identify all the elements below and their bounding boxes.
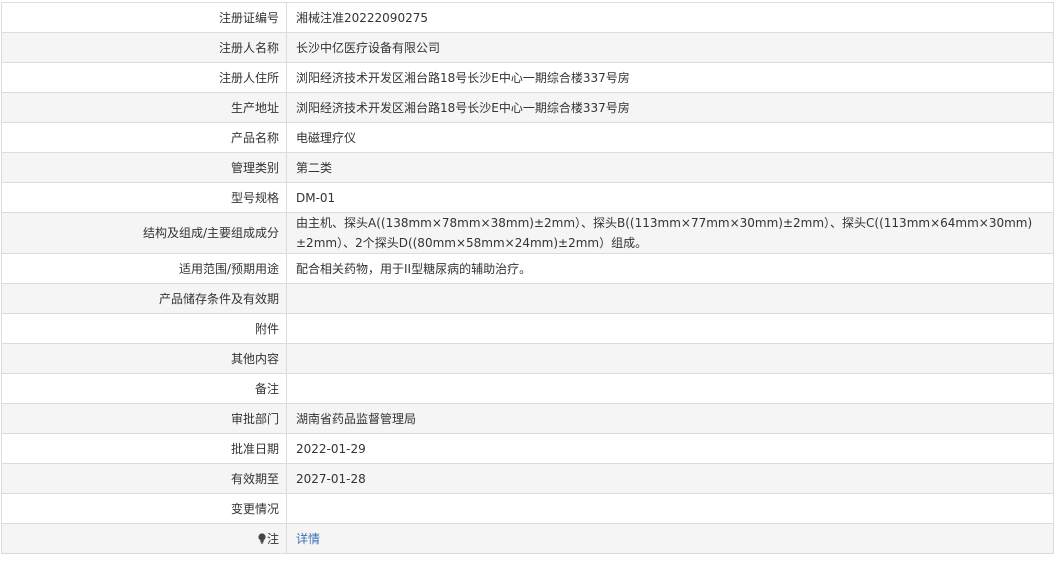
table-row: 生产地址 浏阳经济技术开发区湘台路18号长沙E中心一期综合楼337号房	[1, 92, 1054, 123]
row-label: 审批部门	[1, 403, 287, 434]
row-label: 型号规格	[1, 182, 287, 213]
row-value: 长沙中亿医疗设备有限公司	[286, 32, 1054, 63]
registration-info-table: 注册证编号 湘械注准20222090275 注册人名称 长沙中亿医疗设备有限公司…	[1, 2, 1054, 554]
table-row: 适用范围/预期用途 配合相关药物，用于II型糖尿病的辅助治疗。	[1, 253, 1054, 284]
row-value	[286, 313, 1054, 344]
row-value: 湘械注准20222090275	[286, 2, 1054, 33]
table-row: 注册人住所 浏阳经济技术开发区湘台路18号长沙E中心一期综合楼337号房	[1, 62, 1054, 93]
row-value	[286, 493, 1054, 524]
row-value: 配合相关药物，用于II型糖尿病的辅助治疗。	[286, 253, 1054, 284]
row-value	[286, 343, 1054, 374]
row-value: 2022-01-29	[286, 433, 1054, 464]
row-label: 适用范围/预期用途	[1, 253, 287, 284]
table-row: 其他内容	[1, 343, 1054, 374]
table-row: 备注	[1, 373, 1054, 404]
row-value: 2027-01-28	[286, 463, 1054, 494]
row-label: 生产地址	[1, 92, 287, 123]
row-value	[286, 373, 1054, 404]
lightbulb-icon	[258, 532, 266, 544]
note-label: 注	[266, 531, 279, 546]
row-label: 其他内容	[1, 343, 287, 374]
note-label-cell: 注	[1, 523, 287, 554]
table-row: 审批部门 湖南省药品监督管理局	[1, 403, 1054, 434]
table-row: 注册人名称 长沙中亿医疗设备有限公司	[1, 32, 1054, 63]
table-row: 管理类别 第二类	[1, 152, 1054, 183]
table-row: 附件	[1, 313, 1054, 344]
table-row: 有效期至 2027-01-28	[1, 463, 1054, 494]
row-label: 管理类别	[1, 152, 287, 183]
row-value: 浏阳经济技术开发区湘台路18号长沙E中心一期综合楼337号房	[286, 62, 1054, 93]
table-row: 产品名称 电磁理疗仪	[1, 122, 1054, 153]
note-value-cell: 详情	[286, 523, 1054, 554]
row-label: 有效期至	[1, 463, 287, 494]
table-row: 批准日期 2022-01-29	[1, 433, 1054, 464]
row-label: 附件	[1, 313, 287, 344]
row-label: 注册人名称	[1, 32, 287, 63]
note-row: 注 详情	[1, 523, 1054, 554]
row-value: 浏阳经济技术开发区湘台路18号长沙E中心一期综合楼337号房	[286, 92, 1054, 123]
row-label: 变更情况	[1, 493, 287, 524]
row-label: 备注	[1, 373, 287, 404]
row-value: DM-01	[286, 182, 1054, 213]
row-value: 由主机、探头A((138mm×78mm×38mm)±2mm）、探头B((113m…	[286, 212, 1054, 254]
row-value	[286, 283, 1054, 314]
row-label: 产品名称	[1, 122, 287, 153]
table-row: 结构及组成/主要组成成分 由主机、探头A((138mm×78mm×38mm)±2…	[1, 212, 1054, 254]
row-value: 电磁理疗仪	[286, 122, 1054, 153]
row-label: 产品储存条件及有效期	[1, 283, 287, 314]
details-link[interactable]: 详情	[296, 532, 320, 546]
row-value: 湖南省药品监督管理局	[286, 403, 1054, 434]
row-label: 批准日期	[1, 433, 287, 464]
table-row: 变更情况	[1, 493, 1054, 524]
table-row: 注册证编号 湘械注准20222090275	[1, 2, 1054, 33]
row-label: 注册人住所	[1, 62, 287, 93]
row-label: 结构及组成/主要组成成分	[1, 212, 287, 254]
row-value: 第二类	[286, 152, 1054, 183]
row-label: 注册证编号	[1, 2, 287, 33]
table-row: 产品储存条件及有效期	[1, 283, 1054, 314]
table-row: 型号规格 DM-01	[1, 182, 1054, 213]
